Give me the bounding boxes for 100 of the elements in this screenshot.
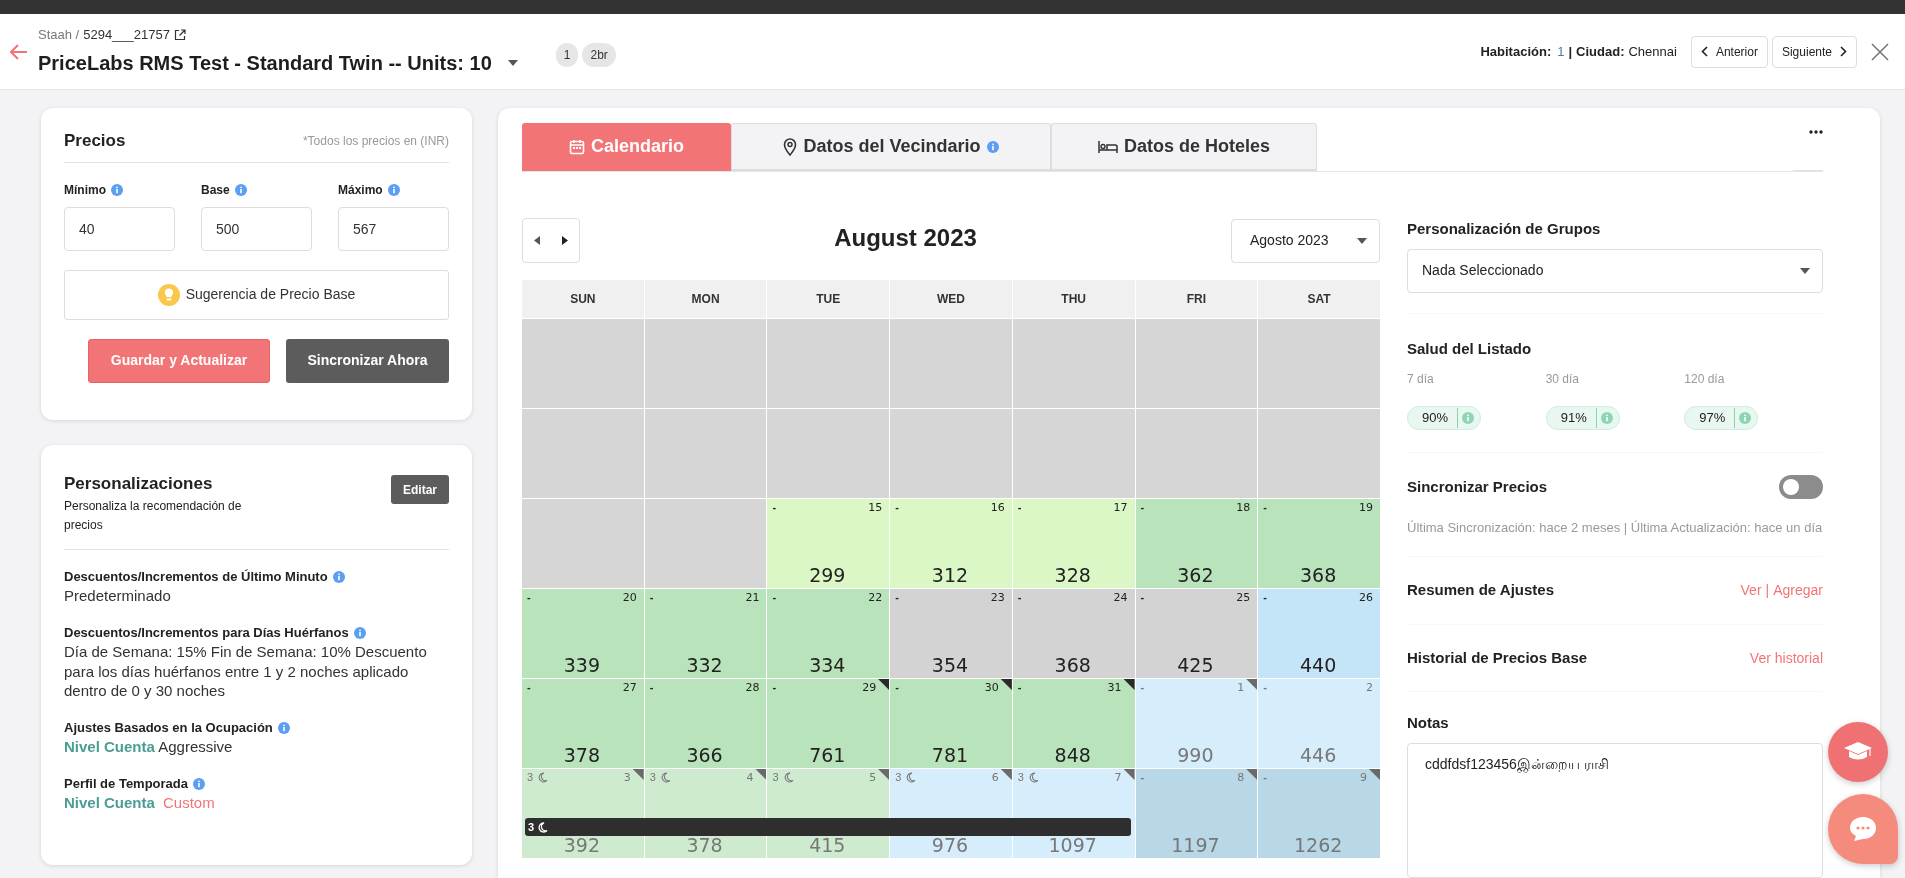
moon-icon <box>782 772 794 783</box>
period-label: 7 día <box>1407 371 1435 388</box>
next-month-icon[interactable] <box>562 236 568 245</box>
calendar-day[interactable]: - 1 990 <box>1135 679 1258 768</box>
setting-title: Perfil de Temporada <box>64 774 188 793</box>
calendar-day[interactable]: - 20 339 <box>522 589 644 678</box>
calendar-day[interactable]: - 30 781 <box>890 679 1012 768</box>
price-input[interactable]: 500 <box>201 206 312 251</box>
day-tag: - <box>1263 682 1267 693</box>
price-input[interactable]: 40 <box>64 206 175 251</box>
info-icon[interactable] <box>193 777 205 790</box>
chevron-right-icon <box>1840 46 1847 57</box>
separator-text: | <box>1765 581 1770 601</box>
min-stay: 3 <box>772 772 779 783</box>
day-number: 4 <box>746 772 754 783</box>
room-value: 1 <box>1557 42 1565 61</box>
suggestion-button[interactable]: Sugerencia de Precio Base <box>64 269 449 320</box>
info-icon[interactable] <box>353 626 366 639</box>
section-title: Historial de Precios Base <box>1407 647 1588 668</box>
card-title: Personalizaciones <box>64 473 214 495</box>
moon-icon <box>905 772 917 783</box>
next-button[interactable]: Siguiente <box>1771 35 1857 68</box>
price-input[interactable]: 567 <box>338 206 449 251</box>
sync-button[interactable]: Sincronizar Ahora <box>286 338 449 383</box>
toggle-switch[interactable] <box>1779 475 1823 499</box>
day-price: 976 <box>930 835 970 856</box>
info-icon[interactable] <box>332 570 345 583</box>
day-tag: - <box>1140 682 1145 693</box>
calendar-day[interactable]: - 22 334 <box>767 589 890 678</box>
day-price: 368 <box>1299 565 1338 586</box>
field-label: Máximo <box>338 181 383 199</box>
section-title: Notas <box>1407 713 1450 734</box>
day-tag: - <box>895 592 899 603</box>
more-options-icon[interactable] <box>1809 129 1823 134</box>
calendar-day[interactable]: - 16 312 <box>890 499 1012 588</box>
calendar-day[interactable]: - 27 378 <box>522 679 644 768</box>
day-price: 378 <box>562 745 601 766</box>
setting-title: Descuentos/Incrementos de Último Minuto <box>64 567 328 586</box>
info-icon[interactable] <box>986 140 999 153</box>
info-icon[interactable] <box>277 721 290 734</box>
day-tag: - <box>649 682 654 693</box>
period-label: 120 día <box>1684 371 1726 388</box>
moon-icon <box>537 772 549 783</box>
day-tag: - <box>772 502 777 513</box>
setting-value: Aggressive <box>158 738 233 756</box>
info-icon[interactable] <box>111 183 123 196</box>
day-price: 328 <box>1053 565 1092 586</box>
card-subtitle: Personaliza la recomendación de precios <box>64 497 243 534</box>
currency-note: *Todos los precios en (INR) <box>302 132 449 150</box>
tab[interactable]: Datos del Vecindario <box>731 123 1051 171</box>
day-number: 15 <box>868 502 883 513</box>
calendar-day[interactable]: - 17 328 <box>1012 499 1135 588</box>
previous-button[interactable]: Anterior <box>1690 35 1768 68</box>
day-tag: - <box>1263 592 1267 603</box>
day-tag: - <box>1017 502 1022 513</box>
day-number: 3 <box>623 772 631 783</box>
external-link-icon[interactable] <box>173 28 186 41</box>
calendar-day[interactable]: - 21 332 <box>644 589 767 678</box>
chat-icon <box>1848 815 1878 843</box>
section-title: Salud del Listado <box>1407 338 1533 359</box>
day-price: 446 <box>1299 745 1338 766</box>
back-arrow-icon[interactable] <box>10 43 28 60</box>
day-number: 24 <box>1113 592 1128 603</box>
previous-month-icon[interactable] <box>534 236 540 245</box>
card-title: Precios <box>64 130 126 152</box>
info-icon[interactable] <box>387 183 400 196</box>
calendar-icon <box>569 138 585 155</box>
moon-icon <box>537 821 549 833</box>
tab[interactable]: Datos de Hoteles <box>1051 123 1317 171</box>
caret-icon <box>1800 267 1810 274</box>
info-icon[interactable] <box>1739 412 1752 424</box>
day-price: 378 <box>685 835 724 856</box>
calendar-day[interactable]: - 28 366 <box>644 679 767 768</box>
info-icon[interactable] <box>234 183 247 196</box>
calendar-day[interactable]: - 2 446 <box>1258 679 1380 768</box>
calendar-day[interactable]: - 15 299 <box>767 499 890 588</box>
calendar-day[interactable]: - 26 440 <box>1258 589 1380 678</box>
calendar-day[interactable]: - 18 362 <box>1135 499 1258 588</box>
info-icon[interactable] <box>1462 412 1475 424</box>
edit-button[interactable]: Editar <box>391 475 449 504</box>
tag-badge: 2br <box>582 42 616 67</box>
day-tag: - <box>1017 682 1022 693</box>
calendar-day[interactable]: - 29 761 <box>767 679 890 768</box>
group-select[interactable]: Nada Seleccionado <box>1407 248 1823 293</box>
notes-field[interactable]: cddfdsf123456இன்றைய ராசி <box>1407 742 1823 878</box>
health-badge: 90% <box>1407 406 1482 430</box>
calendar-day[interactable]: - 19 368 <box>1258 499 1380 588</box>
day-number: 31 <box>1107 682 1122 693</box>
day-number: 22 <box>868 592 883 603</box>
month-select[interactable]: Agosto 2023 <box>1231 218 1380 263</box>
calendar-day[interactable]: - 23 354 <box>890 589 1012 678</box>
calendar-day[interactable]: - 31 848 <box>1012 679 1135 768</box>
field-label: Mínimo <box>64 181 106 199</box>
moon-icon <box>1027 772 1039 783</box>
day-tag: - <box>527 682 531 693</box>
info-icon[interactable] <box>1600 412 1613 424</box>
calendar-day[interactable]: - 25 425 <box>1135 589 1258 678</box>
close-icon[interactable] <box>1871 42 1889 61</box>
day-price: 368 <box>1053 655 1092 676</box>
calendar-day[interactable]: - 24 368 <box>1012 589 1135 678</box>
